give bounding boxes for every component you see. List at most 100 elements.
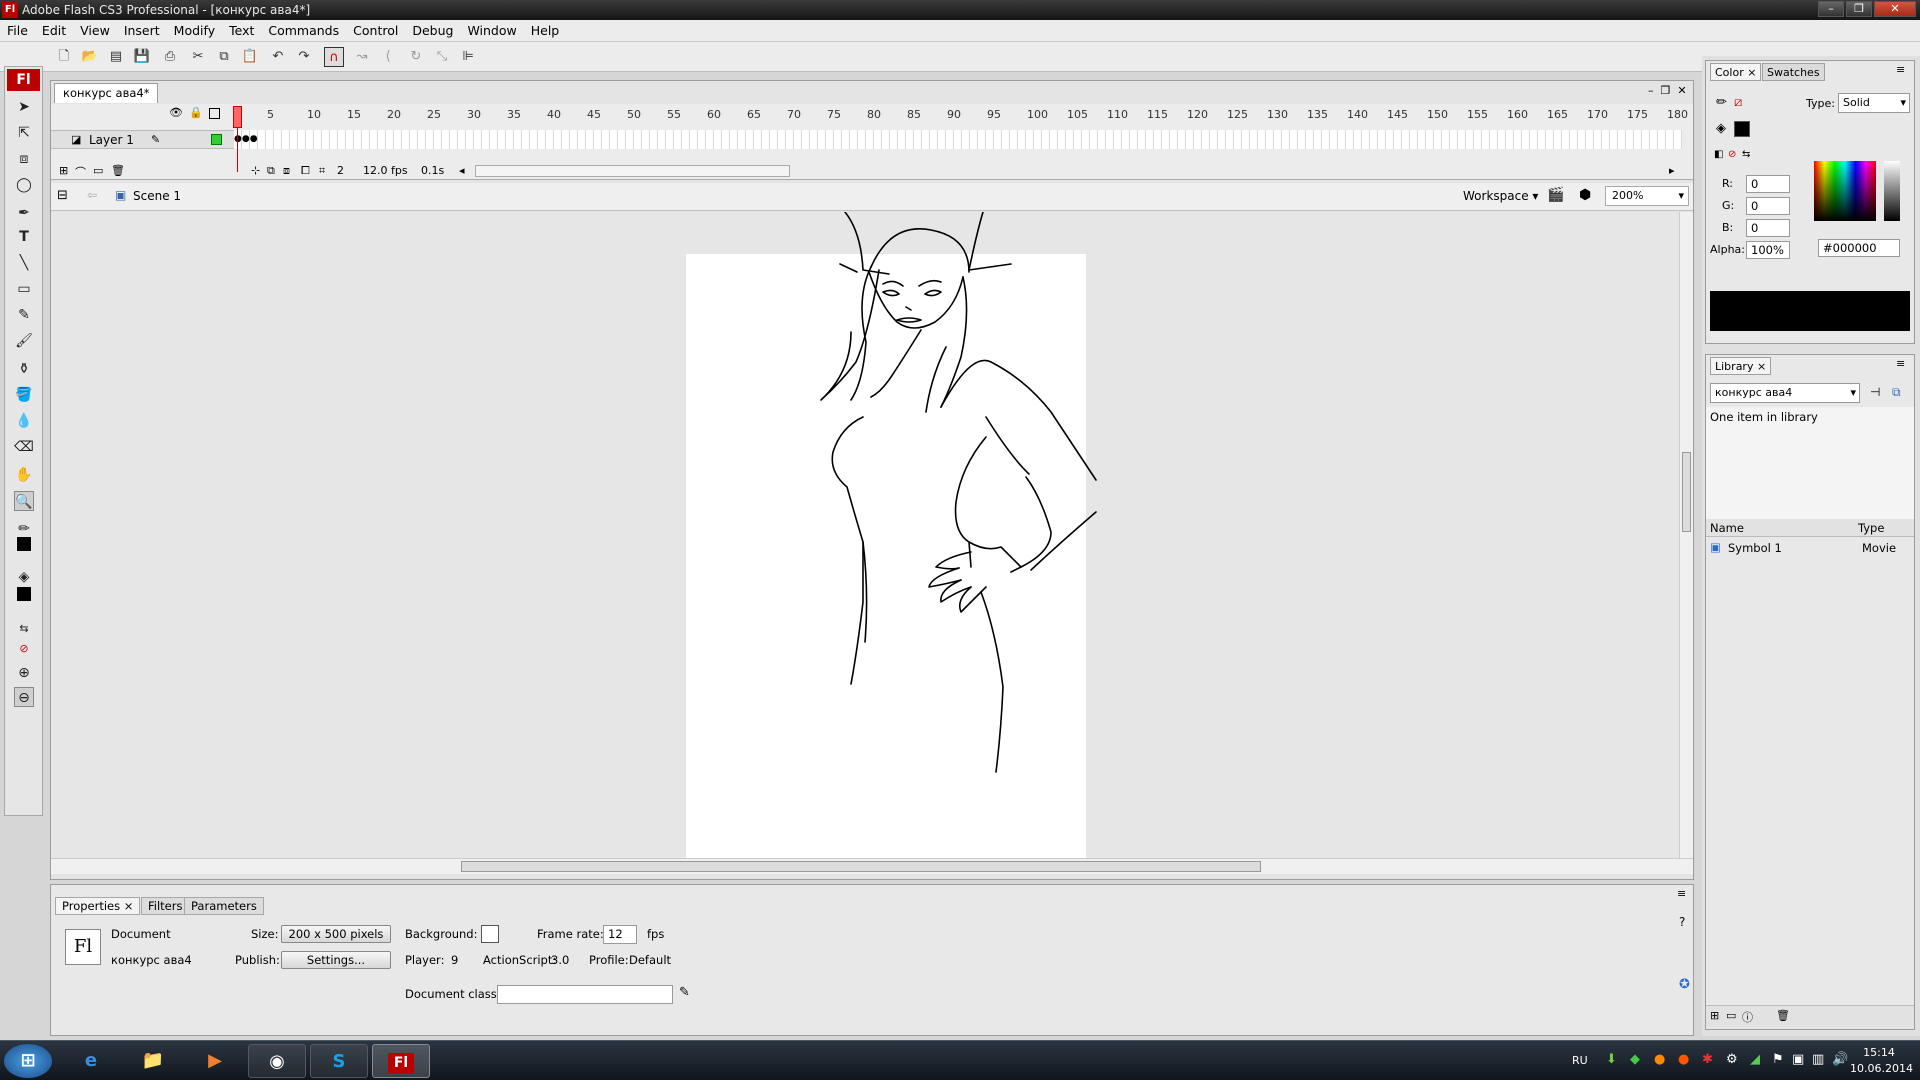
color-spectrum[interactable] [1814,161,1876,221]
outline-icon[interactable] [209,108,220,119]
b-input[interactable]: 0 [1746,219,1790,237]
panel-menu-icon[interactable]: ≡ [1677,887,1686,900]
stroke-pencil-icon[interactable]: ✏ [1716,95,1727,110]
edit-class-pencil-icon[interactable]: ✎ [679,985,690,1000]
delete-layer-icon[interactable]: 🗑 [111,164,125,177]
layer-row[interactable]: ◪ Layer 1 ✎ [51,130,234,149]
framerate-input[interactable]: 12 [603,925,637,944]
skype-icon[interactable]: S [310,1044,368,1078]
close-button[interactable]: ✕ [1874,1,1916,17]
g-input[interactable]: 0 [1746,197,1790,215]
brightness-slider[interactable] [1884,161,1900,221]
internet-explorer-icon[interactable]: e [62,1044,120,1078]
default-colors-icon[interactable]: ◧ [1714,149,1723,160]
swap-colors-icon[interactable]: ⇆ [14,619,34,639]
undo-icon[interactable]: ↶ [268,47,288,67]
fill-color-swatch[interactable] [17,587,31,601]
save-icon[interactable]: 💾 [132,47,152,67]
tab-color[interactable]: Color × [1710,63,1762,81]
alpha-input[interactable]: 100% [1746,241,1790,259]
open-bridge-icon[interactable]: ▤ [106,47,126,67]
panel-menu-icon[interactable]: ≡ [1896,63,1905,76]
flash-taskbar-icon[interactable]: Fl [372,1044,430,1078]
scroll-left-icon[interactable]: ◂ [459,164,465,177]
panel-menu-icon[interactable]: ≡ [1896,357,1905,370]
chrome-icon[interactable]: ◉ [248,1044,306,1078]
clock-date[interactable]: 10.06.2014 [1850,1062,1913,1075]
onion-outlines-icon[interactable]: ⧈ [283,164,290,178]
library-item[interactable]: ▣ Symbol 1 Movie [1706,539,1914,557]
fill-color-icon[interactable]: ◈ [14,567,34,587]
menu-debug[interactable]: Debug [405,20,460,42]
edit-multiple-frames-icon[interactable]: ⧠ [301,164,310,178]
paint-bucket-tool-icon[interactable]: 🪣 [14,385,34,405]
language-indicator[interactable]: RU [1572,1054,1588,1067]
timeline-scrollbar-thumb[interactable] [475,165,790,177]
tray-app-icon[interactable]: ◢ [1750,1052,1760,1067]
size-button[interactable]: 200 x 500 pixels [281,925,391,943]
fill-bucket-icon[interactable]: ◈ [1716,121,1726,136]
zoom-in-option-icon[interactable]: ⊕ [14,663,34,683]
tray-app-icon[interactable]: ◆ [1630,1052,1640,1067]
type-select[interactable]: Solid ▾ [1838,93,1910,113]
swap-colors-icon[interactable]: ⇆ [1742,149,1750,160]
straighten-icon[interactable]: ⟨ [378,47,398,67]
cut-icon[interactable]: ✂ [188,47,208,67]
tab-filters[interactable]: Filters [141,897,190,915]
menu-commands[interactable]: Commands [261,20,346,42]
media-player-icon[interactable]: ▶ [186,1044,244,1078]
add-layer-icon[interactable]: ⊞ [59,164,68,177]
menu-control[interactable]: Control [346,20,405,42]
hand-tool-icon[interactable]: ✋ [14,465,34,485]
menu-text[interactable]: Text [222,20,261,42]
menu-help[interactable]: Help [524,20,567,42]
stroke-color-icon[interactable]: ✏ [14,519,34,539]
document-tab[interactable]: конкурс ава4* [54,83,159,103]
brush-tool-icon[interactable]: 🖌 [14,331,34,351]
timeline-toggle-icon[interactable]: ⊟ [57,188,68,203]
new-file-icon[interactable]: 🗋 [54,47,74,67]
new-folder-icon[interactable]: ▭ [1726,1009,1736,1022]
eyedropper-tool-icon[interactable]: 💧 [14,411,34,431]
add-guide-icon[interactable]: ⌒ [75,164,86,180]
snap-magnet-icon[interactable]: ∩ [324,47,344,67]
frame-grid[interactable]: ●●● [234,130,1682,149]
rotate-icon[interactable]: ↻ [406,47,426,67]
vertical-scroll-thumb[interactable] [1682,452,1691,532]
eraser-tool-icon[interactable]: ⌫ [14,437,34,457]
zoom-tool-icon[interactable]: 🔍 [14,491,34,511]
maximize-button[interactable]: ❐ [1846,1,1872,17]
layer-color-box[interactable] [211,134,222,145]
settings-button[interactable]: Settings... [281,951,391,969]
zoom-select[interactable]: 200% ▾ [1605,186,1689,206]
pin-library-icon[interactable]: ⊣ [1870,385,1880,399]
menu-edit[interactable]: Edit [35,20,73,42]
tab-swatches[interactable]: Swatches [1762,63,1825,81]
tray-app-icon[interactable]: ⬇ [1606,1052,1617,1067]
line-tool-icon[interactable]: ╲ [14,253,34,273]
stage-horizontal-scrollbar[interactable] [51,858,1693,874]
scale-icon[interactable]: ⤡ [432,47,452,67]
volume-icon[interactable]: 🔊 [1832,1052,1848,1067]
background-color-swatch[interactable] [481,925,499,943]
new-symbol-icon[interactable]: ⊞ [1710,1009,1719,1022]
fill-swatch[interactable] [1734,121,1750,137]
copy-icon[interactable]: ⧉ [214,47,234,67]
align-icon[interactable]: ⊫ [458,47,478,67]
smooth-icon[interactable]: ↝ [352,47,372,67]
no-color-icon[interactable]: ⊘ [14,639,34,659]
free-transform-tool-icon[interactable]: ⧈ [14,149,34,169]
print-icon[interactable]: ⎙ [160,47,180,67]
menu-insert[interactable]: Insert [117,20,167,42]
add-folder-icon[interactable]: ▭ [93,164,103,177]
col-type-header[interactable]: Type [1858,521,1884,535]
workspace-menu[interactable]: Workspace ▾ [1463,189,1538,203]
accessibility-icon[interactable]: ✪ [1679,977,1690,992]
file-explorer-icon[interactable]: 📁 [124,1044,182,1078]
tray-app-icon[interactable]: ⚙ [1726,1052,1738,1067]
minimize-button[interactable]: – [1818,1,1844,17]
hex-input[interactable]: #000000 [1818,239,1900,257]
clock-time[interactable]: 15:14 [1850,1046,1908,1059]
tab-parameters[interactable]: Parameters [184,897,264,915]
center-frame-icon[interactable]: ⊹ [251,164,260,177]
